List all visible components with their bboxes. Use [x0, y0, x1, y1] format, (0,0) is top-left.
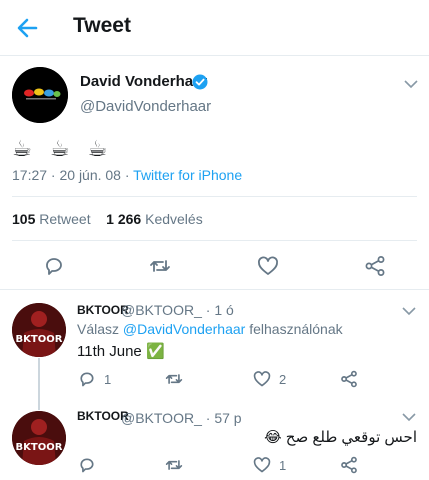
verified-badge-icon [192, 74, 208, 90]
tweet-source-link[interactable]: Twitter for iPhone [133, 167, 242, 183]
thread-line [38, 358, 40, 410]
divider [12, 196, 417, 197]
retweet-label[interactable]: Retweet [39, 211, 90, 227]
reply-count: 1 [104, 372, 112, 387]
replying-to-handle[interactable]: @DavidVonderhaar [123, 321, 245, 337]
reply-icon[interactable] [78, 370, 96, 388]
tweet-meta: 17:27 · 20 jún. 08 · Twitter for iPhone [12, 167, 242, 183]
chevron-down-icon[interactable] [403, 76, 419, 92]
avatar-logo-text: BKTOOR [16, 334, 63, 345]
retweet-count[interactable]: 105 [12, 211, 35, 227]
reply-timestamp: · 1 ó [201, 302, 234, 318]
like-heart-icon[interactable] [253, 456, 271, 474]
reply-text: احس توقعي طلع صح 😂 [264, 429, 417, 446]
share-icon[interactable] [340, 370, 358, 388]
like-count: 1 [279, 458, 287, 473]
reply-avatar[interactable]: BKTOOR [12, 303, 66, 357]
share-icon[interactable] [364, 255, 386, 277]
replying-to-prefix: Válasz [77, 321, 123, 337]
divider [12, 240, 417, 241]
page-title: Tweet [73, 14, 131, 37]
like-count: 2 [279, 372, 287, 387]
replying-to: Válasz @DavidVonderhaar felhasználónak [77, 321, 343, 337]
top-bar [0, 0, 429, 56]
tweet-text: ☕ ☕ ☕ [12, 136, 114, 161]
reply-author-handle[interactable]: @BKTOOR_ [121, 410, 202, 426]
divider [0, 289, 429, 290]
tweet-stats: 105 Retweet 1 266 Kedvelés [12, 211, 203, 227]
chevron-down-icon[interactable] [401, 303, 417, 319]
avatar-logo-text: BKTOOR [16, 442, 63, 453]
back-arrow-icon[interactable] [14, 14, 42, 42]
author-name[interactable]: David Vonderhaar [80, 73, 207, 90]
reply-author-meta: @BKTOOR_ · 57 p [121, 410, 242, 426]
reply-avatar[interactable]: BKTOOR [12, 411, 66, 465]
like-heart-icon[interactable] [253, 370, 271, 388]
retweet-icon[interactable] [165, 456, 183, 474]
retweet-icon[interactable] [165, 370, 183, 388]
chevron-down-icon[interactable] [401, 409, 417, 425]
reply-text: 11th June ✅ [77, 343, 165, 360]
reply-icon[interactable] [78, 456, 96, 474]
like-count[interactable]: 1 266 [106, 211, 141, 227]
replying-to-suffix: felhasználónak [245, 321, 343, 337]
reply-timestamp: · 57 p [201, 410, 242, 426]
reply-author-handle[interactable]: @BKTOOR_ [121, 302, 202, 318]
like-label[interactable]: Kedvelés [145, 211, 203, 227]
tweet-timestamp: 17:27 · 20 jún. 08 · [12, 167, 134, 183]
retweet-icon[interactable] [149, 255, 171, 277]
reply-icon[interactable] [43, 255, 65, 277]
reply-author-meta: @BKTOOR_ · 1 ó [121, 302, 234, 318]
share-icon[interactable] [340, 456, 358, 474]
avatar[interactable] [12, 67, 68, 123]
author-handle[interactable]: @DavidVonderhaar [80, 98, 211, 115]
like-heart-icon[interactable] [257, 255, 279, 277]
